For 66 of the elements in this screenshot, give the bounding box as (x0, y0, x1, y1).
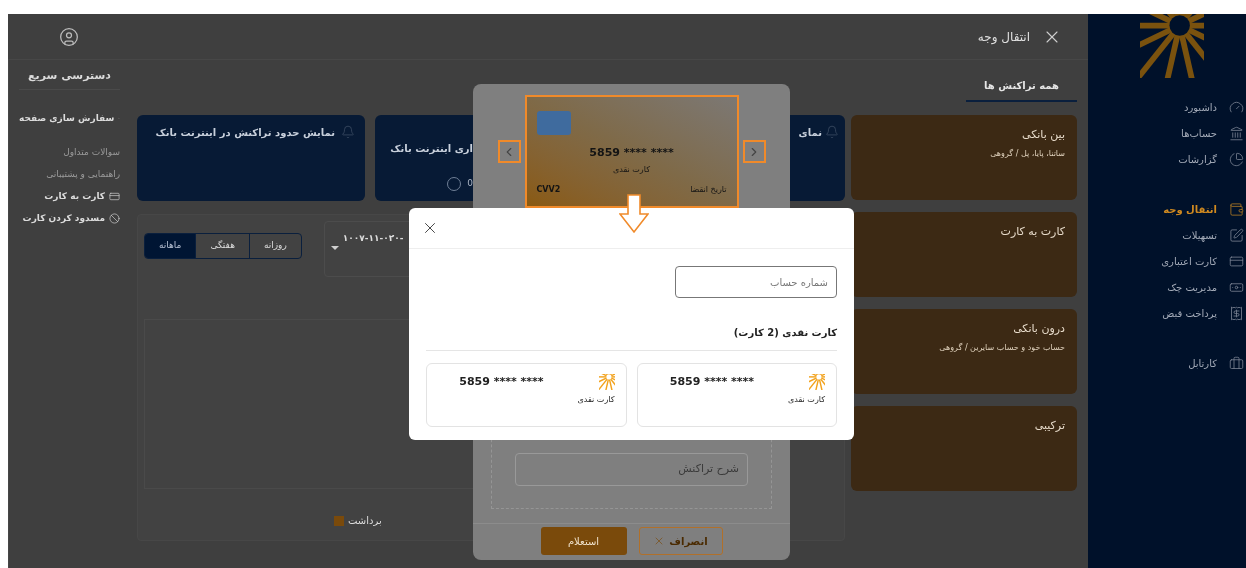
nav-item[interactable]: حساب‌ها (1088, 120, 1246, 146)
blocked-card-icon (109, 213, 120, 224)
info-card-value: 0 (467, 177, 473, 191)
quick-access-link[interactable]: کارت به کارت (44, 189, 105, 204)
caret-icon (330, 246, 339, 250)
card-icon (1229, 253, 1244, 269)
card-icon (109, 191, 120, 202)
card-number: 5859 **** **** (669, 374, 755, 390)
expiry-label: تاریخ انقضا (690, 184, 727, 196)
legend-label: برداشت (348, 514, 382, 528)
page-title: انتقال وجه (977, 28, 1030, 46)
period-tab[interactable]: ماهانه (145, 234, 196, 258)
card-type: کارت نقدی (612, 163, 651, 176)
nav-item[interactable]: گزارشات (1088, 146, 1246, 172)
bank-logo-icon (809, 374, 825, 390)
period-tab[interactable]: هفتگی (195, 234, 249, 258)
card-number: 5859 **** **** (459, 374, 544, 390)
transfer-type-title: بین بانکی (1021, 127, 1065, 143)
nav-item[interactable]: تسهیلات (1088, 222, 1246, 248)
card-group-title: کارت نقدی (2 کارت) (426, 325, 837, 351)
transfer-type-title: درون بانکی (1012, 321, 1065, 337)
card-type: کارت نقدی (577, 394, 615, 406)
bell-icon (825, 125, 839, 139)
account-number: ۱۰۰۷-۱۱-۰۲۰- (342, 232, 404, 245)
previous-button[interactable] (497, 140, 521, 163)
tab[interactable]: همه تراکنش ها (966, 70, 1077, 102)
description-placeholder: شرح تراکنش (678, 461, 739, 478)
nav-item[interactable]: مدیریت چک (1088, 274, 1246, 300)
nav-item[interactable]: داشبورد (1088, 94, 1246, 120)
edit-icon (1229, 227, 1244, 243)
quick-access-link[interactable]: مسدود کردن کارت (22, 211, 105, 226)
transfer-type-subtitle: ساتنا، پایا، پل / گروهی (989, 147, 1065, 160)
nav-item[interactable]: کارت اعتباری (1088, 248, 1246, 274)
cvv-label: CVV2 (536, 184, 561, 196)
transfer-type-card[interactable]: درون بانکی حساب خود و حساب سایرین / گروهی (851, 309, 1077, 394)
pie-chart-icon (1229, 151, 1244, 167)
nav-item[interactable]: کارتابل (1088, 350, 1246, 376)
bank-logo-icon (598, 374, 615, 390)
quick-access-title: دسترسی سریع (19, 68, 120, 90)
receipt-icon (1229, 305, 1244, 321)
bank-icon (1229, 125, 1244, 141)
transfer-type-card[interactable]: بین بانکی ساتنا، پایا، پل / گروهی (851, 115, 1077, 200)
user-icon[interactable] (59, 26, 79, 47)
briefcase-icon (1229, 355, 1244, 371)
inquiry-button[interactable]: استعلام (540, 527, 627, 555)
info-card-title: اری اینترنت بانک (389, 142, 473, 156)
card-number: 5859 **** **** (588, 145, 675, 161)
next-button[interactable] (742, 140, 766, 163)
nav-item[interactable]: پرداخت قبض (1088, 300, 1246, 326)
info-card-title: نمایش حدود تراکنش در اینترنت بانک (155, 126, 335, 140)
nav-item[interactable]: انتقال وجه (1088, 196, 1246, 222)
card-type: کارت نقدی (788, 394, 825, 406)
transfer-type-card[interactable]: کارت به کارت (851, 212, 1077, 297)
chip-icon (536, 111, 571, 135)
transfer-type-card[interactable]: ترکیبی (851, 406, 1077, 491)
account-number-field[interactable]: شماره حساب (675, 266, 837, 298)
quick-access-link[interactable]: سفارش سازی صفحه (19, 111, 115, 126)
transfer-type-title: ترکیبی (1033, 418, 1065, 434)
wallet-icon (1229, 201, 1244, 217)
gauge-icon (1229, 99, 1244, 115)
transfer-type-subtitle: حساب خود و حساب سایرین / گروهی (938, 341, 1065, 354)
info-card-title: نمای (798, 126, 822, 140)
account-number-placeholder: شماره حساب (769, 275, 828, 290)
transfer-type-title: کارت به کارت (999, 224, 1065, 240)
bell-icon (341, 125, 355, 139)
period-tab[interactable]: روزانه (248, 234, 301, 258)
